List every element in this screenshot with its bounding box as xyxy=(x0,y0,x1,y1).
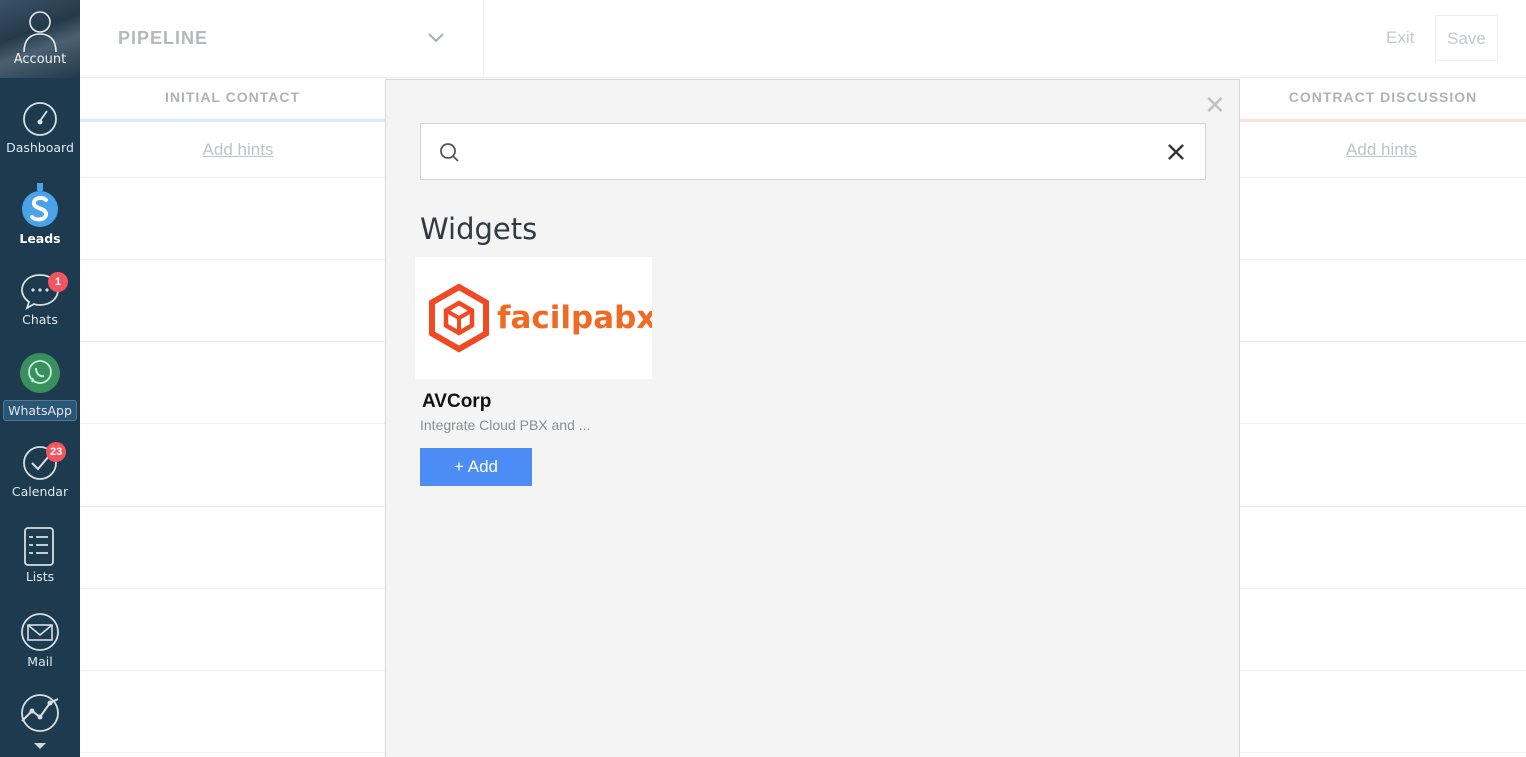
widget-logo-card[interactable]: facilpabx xyxy=(415,257,656,379)
exit-button[interactable]: Exit xyxy=(1386,28,1414,48)
section-title: Widgets xyxy=(420,212,538,246)
envelope-icon xyxy=(21,613,59,651)
sidebar-item-label: Dashboard xyxy=(6,140,74,155)
stage-name: CONTRACT DISCUSSION xyxy=(1288,89,1478,105)
stage-color-bar xyxy=(1240,119,1526,122)
sidebar-item-label: Chats xyxy=(22,312,58,327)
chevron-down-icon[interactable] xyxy=(426,28,446,48)
add-widget-button[interactable]: + Add xyxy=(420,448,532,486)
scroll-down-icon[interactable] xyxy=(34,743,46,751)
account-label: Account xyxy=(13,52,67,67)
chats-badge: 1 xyxy=(48,272,68,292)
logo-text: facilpabx xyxy=(497,300,652,336)
stage-color-bar xyxy=(80,119,385,122)
sidebar-item-whatsapp[interactable]: WhatsApp xyxy=(0,352,80,421)
add-hints-link[interactable]: Add hints xyxy=(1240,140,1523,160)
search-box xyxy=(420,123,1206,180)
search-input[interactable] xyxy=(477,136,1157,168)
sidebar-item-leads[interactable]: Leads xyxy=(0,183,80,246)
sidebar-item-stats[interactable] xyxy=(0,693,80,733)
sidebar-item-calendar[interactable]: 23 Calendar xyxy=(0,442,80,499)
close-icon[interactable]: ✕ xyxy=(1204,92,1226,118)
sidebar-item-label: Leads xyxy=(19,231,61,246)
stage-name: INITIAL CONTACT xyxy=(164,89,301,105)
top-bar: PIPELINE Exit Save xyxy=(80,0,1526,78)
save-button[interactable]: Save xyxy=(1435,15,1498,61)
sidebar-item-label: Lists xyxy=(25,569,55,584)
calendar-badge: 23 xyxy=(46,442,67,462)
widgets-modal: ✕ Widgets facilpabx AVCorp Integrate Clo… xyxy=(385,79,1240,757)
sidebar-item-lists[interactable]: Lists xyxy=(0,525,80,584)
list-icon xyxy=(24,527,54,566)
widget-description: Integrate Cloud PBX and ... xyxy=(420,417,591,433)
stage-header-contract-discussion[interactable]: CONTRACT DISCUSSION xyxy=(1240,78,1526,122)
dollar-coin-icon xyxy=(22,183,58,227)
sidebar-item-label: Calendar xyxy=(11,484,69,499)
account-button[interactable]: Account xyxy=(0,0,80,78)
pipeline-title[interactable]: PIPELINE xyxy=(118,28,208,49)
sidebar-item-label: Mail xyxy=(27,654,53,669)
whatsapp-icon xyxy=(20,353,60,393)
sidebar-item-label: WhatsApp xyxy=(3,400,77,421)
add-hints-link[interactable]: Add hints xyxy=(80,140,396,160)
divider xyxy=(483,0,484,78)
speedometer-icon xyxy=(23,102,57,136)
facilpabx-logo: facilpabx xyxy=(429,283,656,353)
user-icon xyxy=(23,11,57,52)
sidebar: Account Dashboard Leads 1 Chats WhatsApp… xyxy=(0,0,80,757)
sidebar-item-dashboard[interactable]: Dashboard xyxy=(0,100,80,155)
sidebar-item-chats[interactable]: 1 Chats xyxy=(0,272,80,327)
sidebar-item-mail[interactable]: Mail xyxy=(0,612,80,669)
search-icon xyxy=(440,143,459,162)
widget-name: AVCorp xyxy=(422,391,492,412)
line-graph-icon xyxy=(21,694,59,732)
stage-header-initial-contact[interactable]: INITIAL CONTACT xyxy=(80,78,385,122)
clear-search-icon[interactable] xyxy=(1167,143,1185,161)
